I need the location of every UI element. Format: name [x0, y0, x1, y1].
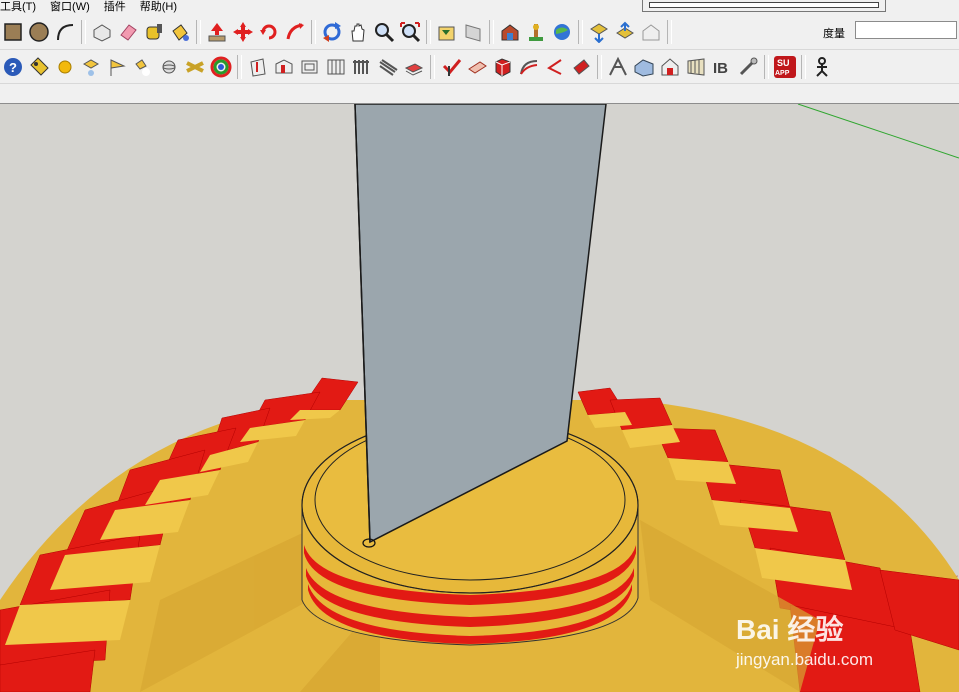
menu-plugins[interactable]: 插件 [104, 0, 126, 14]
sphere-icon[interactable] [52, 54, 78, 80]
stairs-icon[interactable] [401, 54, 427, 80]
toolbar-separator [667, 19, 672, 44]
toolbar-separator [81, 19, 86, 44]
toolbar-separator [801, 54, 806, 79]
shape-icon-1[interactable] [245, 54, 271, 80]
zoom-icon[interactable] [371, 19, 397, 45]
key-icon[interactable] [735, 54, 761, 80]
shape-icon-5[interactable] [349, 54, 375, 80]
baidu-watermark-url: jingyan.baidu.com [736, 650, 874, 669]
share-component-icon[interactable] [612, 19, 638, 45]
roof-icon[interactable] [657, 54, 683, 80]
menu-help[interactable]: 帮助(H) [140, 0, 177, 14]
svg-text:?: ? [9, 60, 17, 75]
push-pull-icon[interactable] [204, 19, 230, 45]
arc-icon[interactable] [52, 19, 78, 45]
paint-icon[interactable] [568, 54, 594, 80]
toolbar-separator [489, 19, 494, 44]
shape-icon-4[interactable] [323, 54, 349, 80]
orbit-icon[interactable] [319, 19, 345, 45]
make-component-icon[interactable] [89, 19, 115, 45]
shape-icon-6[interactable] [375, 54, 401, 80]
3d-viewport[interactable]: Bai 经验 jingyan.baidu.com [0, 104, 959, 692]
toolbar-separator [237, 54, 242, 79]
person-icon[interactable] [809, 54, 835, 80]
main-toolbar [0, 14, 959, 50]
extension-warehouse-icon[interactable] [638, 19, 664, 45]
toolbar-separator [311, 19, 316, 44]
measurement-label: 度量 [823, 28, 845, 40]
pen-icon[interactable] [542, 54, 568, 80]
model-scene [0, 104, 959, 692]
svg-text:IB: IB [713, 60, 728, 77]
toolbar-separator [578, 19, 583, 44]
rectangle-icon[interactable] [0, 19, 26, 45]
circle-icon[interactable] [26, 19, 52, 45]
plane-icon[interactable] [464, 54, 490, 80]
toolbar-separator [597, 54, 602, 79]
cut-icon[interactable] [438, 54, 464, 80]
tape-measure-icon[interactable] [141, 19, 167, 45]
truss-icon[interactable] [605, 54, 631, 80]
sphere-outline-icon[interactable] [156, 54, 182, 80]
shape-icon-3[interactable] [297, 54, 323, 80]
menu-window[interactable]: 窗口(W) [50, 0, 90, 14]
move-icon[interactable] [230, 19, 256, 45]
next-view-icon[interactable] [460, 19, 486, 45]
rotate-icon[interactable] [256, 19, 282, 45]
follow-me-icon[interactable] [282, 19, 308, 45]
help-icon[interactable]: ? [0, 54, 26, 80]
shape-icon-2[interactable] [271, 54, 297, 80]
toolbar-separator [196, 19, 201, 44]
svg-text:SU: SU [777, 58, 790, 68]
light-icon[interactable] [130, 54, 156, 80]
floating-panel[interactable] [642, 0, 886, 12]
green-axis-line [797, 104, 959, 159]
building-icon[interactable] [631, 54, 657, 80]
google-earth-icon[interactable] [549, 19, 575, 45]
previous-view-icon[interactable] [434, 19, 460, 45]
measurement-input[interactable] [855, 21, 957, 39]
get-models-icon[interactable] [586, 19, 612, 45]
toolbar-separator [426, 19, 431, 44]
warehouse-icon[interactable] [497, 19, 523, 45]
tag-icon[interactable] [26, 54, 52, 80]
pan-icon[interactable] [345, 19, 371, 45]
menu-tools[interactable]: 工具(T) [0, 0, 36, 14]
zoom-extents-icon[interactable] [397, 19, 423, 45]
wall-icon[interactable] [683, 54, 709, 80]
eraser-icon[interactable] [115, 19, 141, 45]
box-icon[interactable] [490, 54, 516, 80]
paint-bucket-icon[interactable] [167, 19, 193, 45]
flag-icon[interactable] [104, 54, 130, 80]
share-model-icon[interactable] [523, 19, 549, 45]
shadow-icon[interactable] [78, 54, 104, 80]
rainbow-icon[interactable] [208, 54, 234, 80]
text-b-icon[interactable]: IB [709, 54, 735, 80]
curve-icon[interactable] [516, 54, 542, 80]
svg-text:APP: APP [775, 70, 790, 77]
toolbar-separator [764, 54, 769, 79]
baidu-watermark-logo: Bai 经验 [736, 614, 844, 645]
floating-panel-field[interactable] [649, 2, 879, 8]
su-app-icon[interactable]: SU APP [772, 54, 798, 80]
sketchup-window: 工具(T) 窗口(W) 插件 帮助(H) 度量 ? IB SU APP Bai … [0, 0, 959, 692]
cross-icon[interactable] [182, 54, 208, 80]
toolbar-separator [430, 54, 435, 79]
secondary-toolbar: ? IB SU APP [0, 50, 959, 84]
empty-toolbar-row [0, 84, 959, 104]
